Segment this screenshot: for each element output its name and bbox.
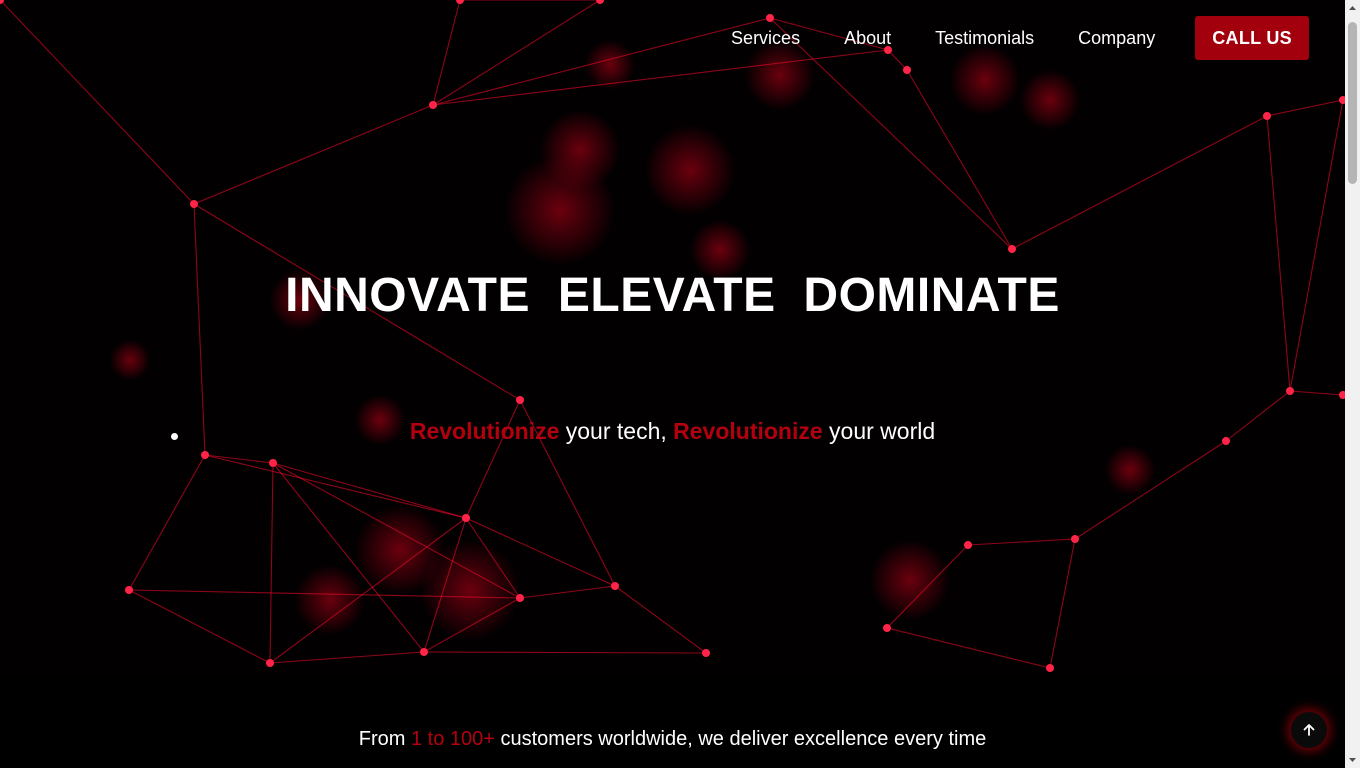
hero-section: Services About Testimonials Company CALL… [0,0,1345,676]
glow-blob [505,155,615,265]
nav-link-testimonials[interactable]: Testimonials [935,28,1034,49]
glow-blob [870,540,950,620]
page-scrollbar[interactable] [1345,0,1360,768]
arrow-up-icon [1303,724,1315,736]
glow-blob [1020,70,1080,130]
nav-link-about[interactable]: About [844,28,891,49]
top-navigation: Services About Testimonials Company CALL… [731,16,1309,60]
network-node [964,541,972,549]
network-edge [967,538,1076,546]
glow-blob [1105,445,1155,495]
network-node [269,459,277,467]
stat-highlight: 1 to 100+ [410,728,495,750]
network-node [1071,535,1079,543]
customer-stat-line: From 1 to 100+ customers worldwide, we d… [0,728,1345,751]
network-edge [193,104,434,205]
network-edge [269,651,425,664]
nav-link-company[interactable]: Company [1078,28,1155,49]
nav-link-services[interactable]: Services [731,28,800,49]
network-edge [1266,99,1344,117]
network-edge [204,454,274,464]
network-edge [1049,538,1076,669]
network-edge [432,0,601,106]
tagline-text: your world [822,418,936,444]
network-node [125,586,133,594]
glow-blob [110,340,150,380]
stat-prefix: From [358,728,411,750]
network-node [1046,664,1054,672]
network-node [266,659,274,667]
tagline-text: your tech, [559,418,674,444]
network-edge [128,454,206,591]
network-node [420,648,428,656]
tagline-accent-word: Revolutionize [409,418,560,444]
network-edge [432,17,771,106]
network-edge [269,462,274,664]
glow-blob [585,40,635,90]
network-node [1263,112,1271,120]
stat-suffix: customers worldwide, we deliver excellen… [494,728,987,750]
glow-blob [645,125,735,215]
network-node [429,101,437,109]
hero-headline: INNOVATE ELEVATE DOMINATE [285,269,1060,322]
network-edge [1289,99,1344,392]
network-node [516,594,524,602]
network-edge [128,589,271,664]
network-edge [1011,115,1268,250]
network-node [1286,387,1294,395]
call-us-button[interactable]: CALL US [1195,16,1309,60]
hero-tagline: Revolutionize your tech, Revolutionize y… [0,418,1345,445]
network-node [516,396,524,404]
network-node [903,66,911,74]
network-node [611,582,619,590]
network-node [883,624,891,632]
tagline-accent-word: Revolutionize [673,418,823,444]
back-to-top-button[interactable] [1291,712,1327,748]
network-node [190,200,198,208]
mouse-cursor-dot [171,433,178,440]
network-edge [519,585,616,599]
network-edge [1289,390,1344,396]
below-hero-section [0,676,1345,768]
particle-network-background [0,0,1345,672]
network-edge [204,454,467,519]
network-edge [614,585,707,654]
scroll-up-arrow-icon[interactable] [1345,0,1360,17]
network-node [456,0,464,4]
network-edge [272,462,467,519]
network-edge [886,627,1051,669]
scroll-down-arrow-icon[interactable] [1345,751,1360,768]
network-node [1008,245,1016,253]
network-edge [432,0,461,106]
network-edge [1266,115,1291,392]
network-edge [0,0,195,205]
scrollbar-thumb[interactable] [1348,22,1357,184]
network-edge [423,651,707,654]
network-node [462,514,470,522]
network-node [702,649,710,657]
network-node [201,451,209,459]
network-node [596,0,604,4]
